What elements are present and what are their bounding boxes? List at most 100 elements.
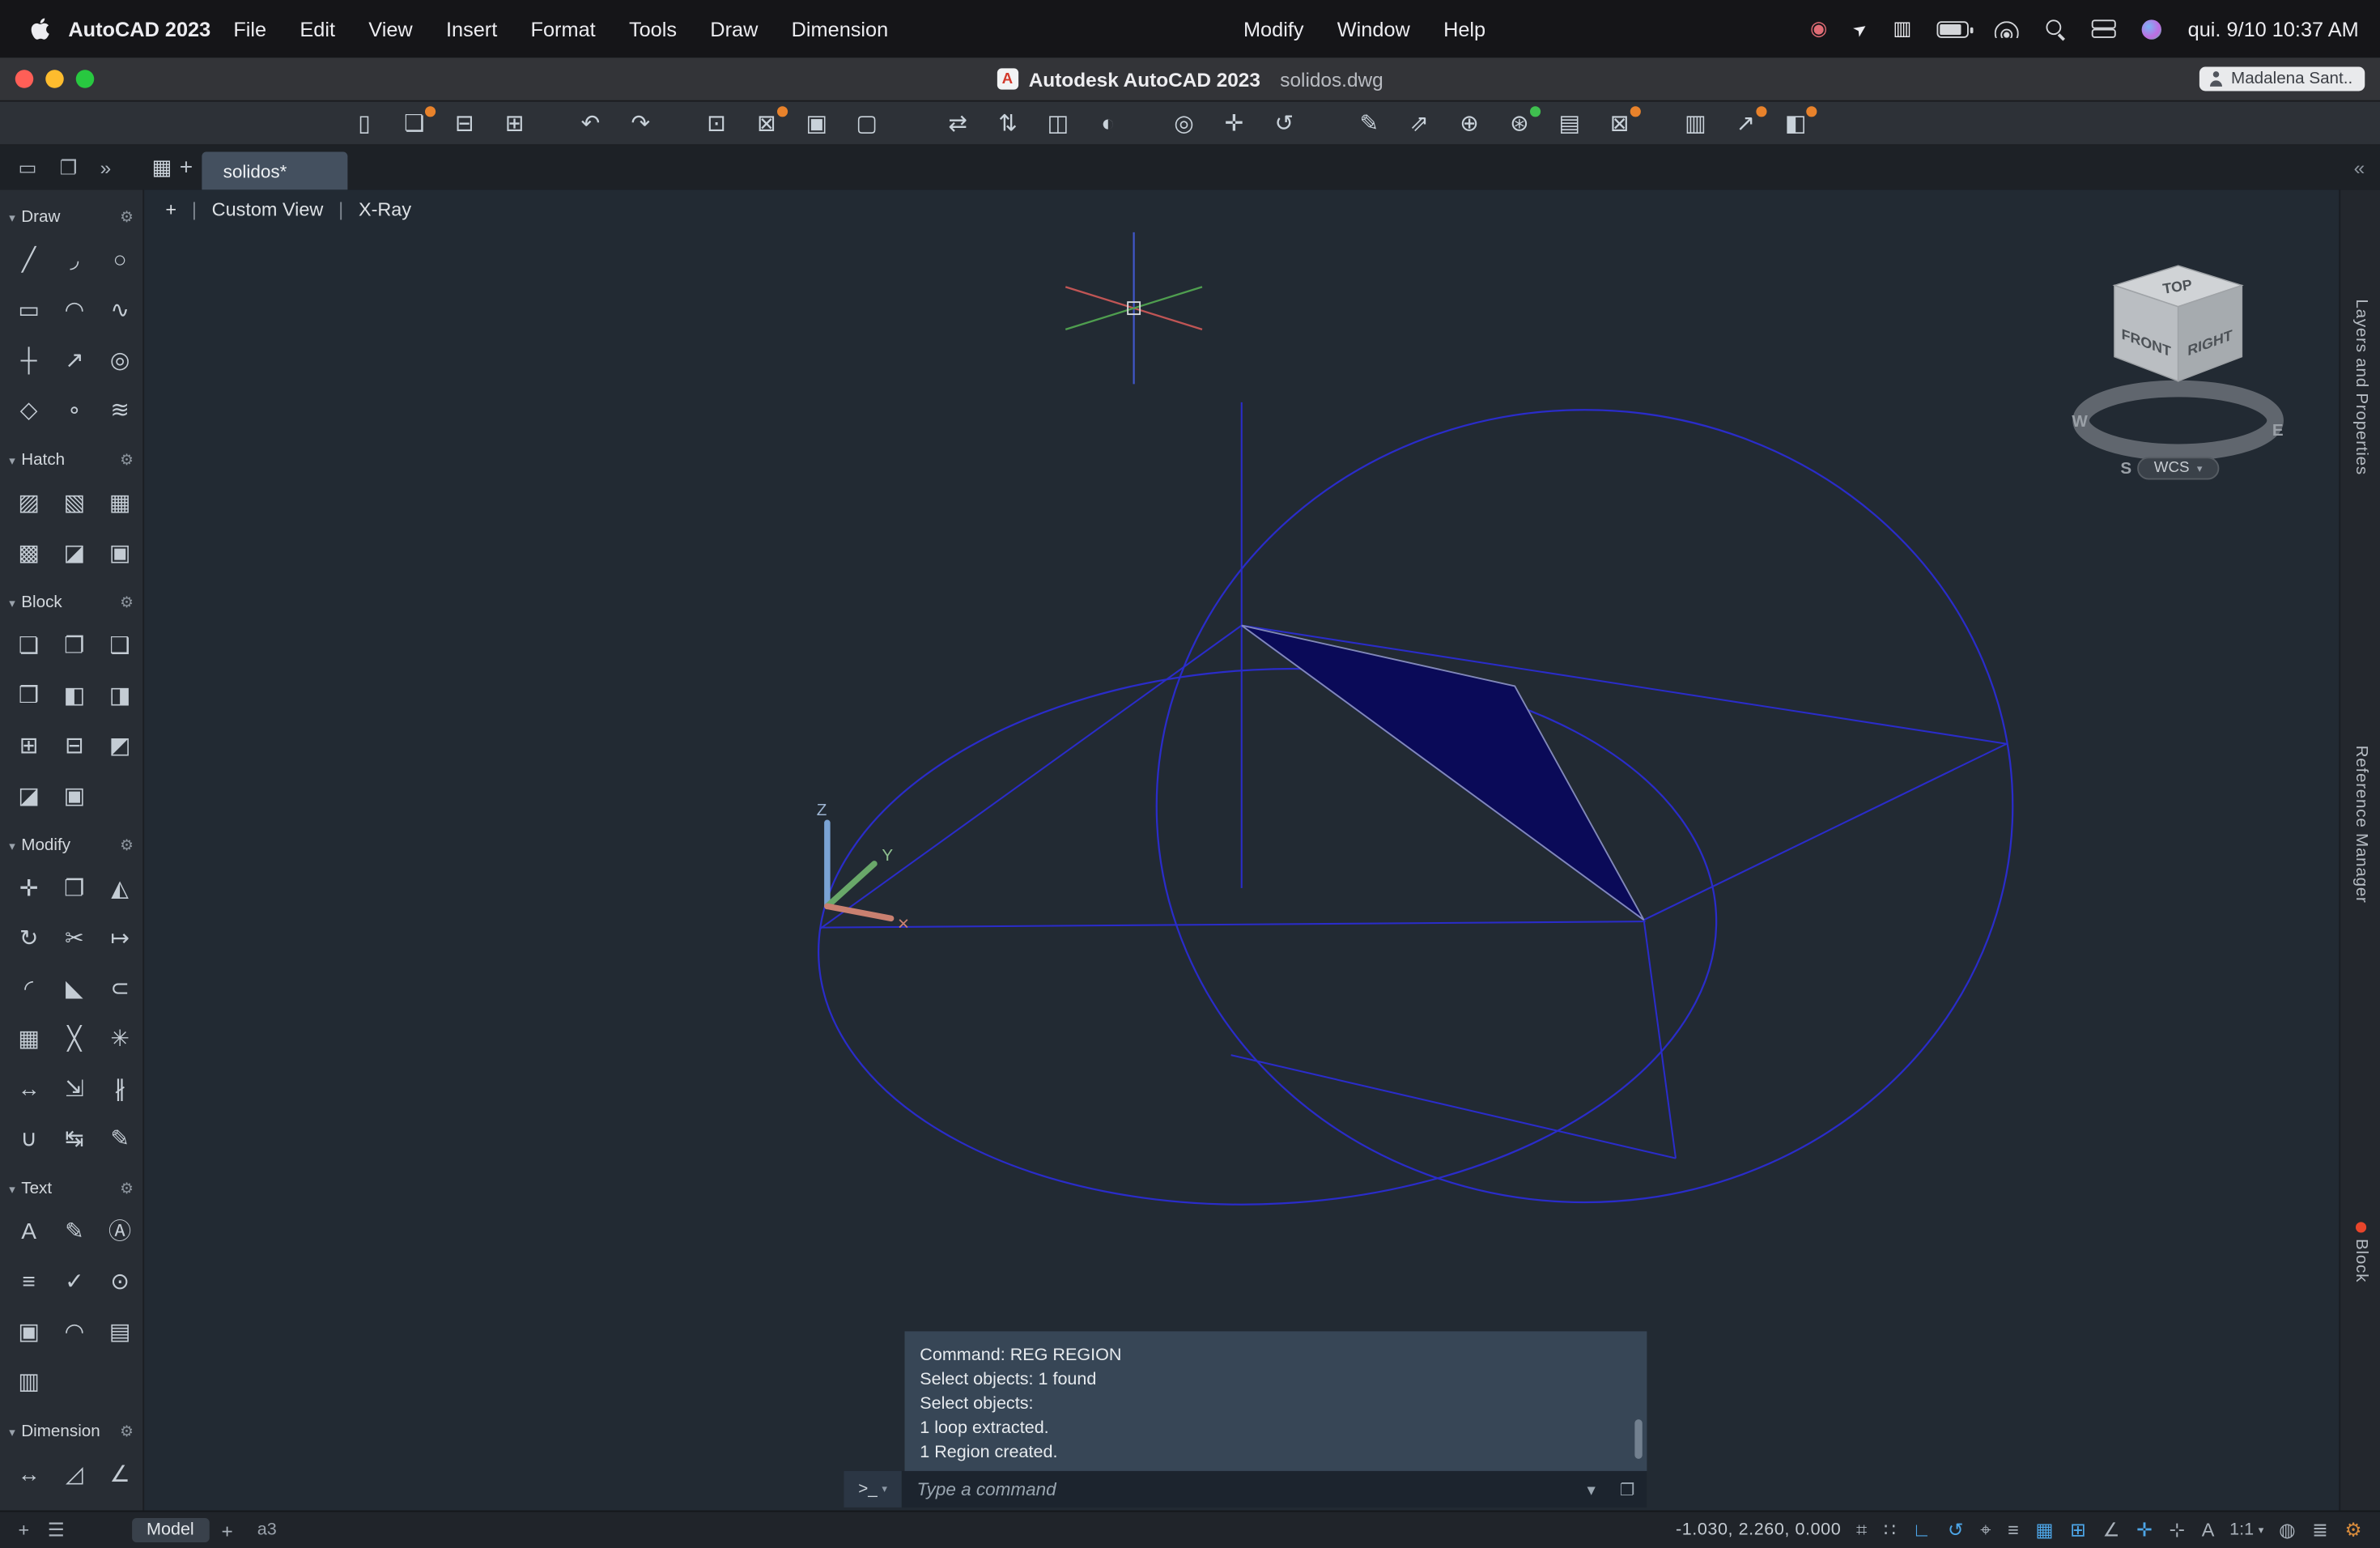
chamfer-icon[interactable]: ◣: [66, 978, 83, 1001]
match-properties-icon[interactable]: ✎: [110, 1128, 130, 1150]
mtext-icon[interactable]: A: [21, 1221, 36, 1244]
section-settings-gear-icon[interactable]: ⚙: [120, 209, 134, 226]
isolate-objects-icon[interactable]: ◍: [2276, 1520, 2298, 1539]
object-snap-icon[interactable]: ⌖: [1978, 1520, 1995, 1539]
save-as-icon[interactable]: ⊞: [499, 112, 530, 134]
pointer-icon[interactable]: ➤: [1849, 17, 1872, 40]
menu-window[interactable]: Window: [1320, 18, 1426, 40]
viewport-view-button[interactable]: Custom View: [212, 199, 324, 220]
new-file-icon[interactable]: ▯: [349, 112, 380, 134]
fillet-icon[interactable]: ◜: [24, 978, 33, 1001]
layout-switch-icon[interactable]: ❐: [60, 155, 78, 180]
explode-icon[interactable]: ✳: [110, 1027, 130, 1050]
polar-tracking-icon[interactable]: ↺: [1944, 1520, 1966, 1539]
save-icon[interactable]: ⊟: [449, 112, 480, 134]
find-text-icon[interactable]: ⊙: [110, 1270, 130, 1293]
ucs-z-label[interactable]: Z: [817, 801, 827, 819]
menu-modify[interactable]: Modify: [1226, 18, 1320, 40]
drawing-line-5[interactable]: [819, 921, 1646, 929]
array-icon[interactable]: ▦: [18, 1027, 40, 1050]
xref-attach-icon[interactable]: ◫: [1043, 112, 1073, 134]
sheet-set-icon[interactable]: ▤: [1554, 112, 1585, 134]
markup-assist-icon[interactable]: ◧: [1780, 105, 1817, 134]
palette-header-text[interactable]: ▾ Text ⚙: [0, 1173, 142, 1204]
lineweight-icon[interactable]: ≡: [2004, 1520, 2021, 1539]
count-icon[interactable]: ▥: [1681, 112, 1711, 134]
point-icon[interactable]: ∘: [67, 399, 82, 422]
search-icon[interactable]: [2045, 19, 2066, 40]
scale-icon[interactable]: ⇲: [65, 1078, 84, 1100]
text-style-icon[interactable]: Ⓐ: [108, 1221, 131, 1244]
arc-text-icon[interactable]: ◠: [65, 1320, 85, 1343]
viewcube-compass-ring[interactable]: [2072, 380, 2284, 461]
gradient-fill-icon[interactable]: ◪: [64, 542, 86, 564]
section-settings-gear-icon[interactable]: ⚙: [120, 594, 134, 611]
create-block-icon[interactable]: ❐: [64, 635, 84, 657]
dock-tab-block[interactable]: Block: [2340, 1222, 2380, 1282]
dock-tab-layers-and-properties[interactable]: Layers and Properties: [2340, 299, 2380, 475]
plot-icon[interactable]: ⊡: [701, 112, 732, 134]
lengthen-icon[interactable]: ↹: [65, 1128, 84, 1150]
palette-menu-icon[interactable]: ☰: [45, 1520, 68, 1539]
send-feedback-icon[interactable]: ↗: [1731, 105, 1767, 134]
control-center-icon[interactable]: [2092, 19, 2117, 38]
polygon-icon[interactable]: ◇: [20, 399, 38, 422]
break-icon[interactable]: ∦: [114, 1078, 125, 1100]
transparency-icon[interactable]: ▦: [2033, 1520, 2057, 1539]
block-editor-icon[interactable]: ⊞: [19, 735, 39, 758]
add-palette-icon[interactable]: +: [15, 1520, 32, 1539]
move-icon[interactable]: ✛: [19, 878, 39, 900]
menu-file[interactable]: File: [217, 18, 283, 40]
open-folder-icon[interactable]: ❏: [399, 105, 436, 134]
tab-solidos[interactable]: solidos*: [202, 151, 348, 190]
model-tab[interactable]: Model: [131, 1518, 210, 1542]
edit-block-icon[interactable]: ❑: [109, 635, 130, 657]
minimize-window-button[interactable]: [45, 70, 64, 88]
section-settings-gear-icon[interactable]: ⚙: [120, 1423, 134, 1440]
viewport-menu-button[interactable]: +: [165, 199, 176, 220]
palette-header-draw[interactable]: ▾ Draw ⚙: [0, 202, 142, 232]
align-text-icon[interactable]: ≡: [22, 1270, 35, 1293]
export-icon[interactable]: ⇅: [992, 112, 1023, 134]
display-stats-icon[interactable]: ▥: [1893, 17, 1911, 41]
redo-icon[interactable]: ↷: [626, 112, 657, 134]
menu-tools[interactable]: Tools: [612, 18, 693, 40]
cone-base-ellipse-0[interactable]: [1155, 409, 2014, 1204]
menubar-clock[interactable]: qui. 9/10 10:37 AM: [2188, 18, 2359, 40]
attach-xref-icon[interactable]: ◩: [109, 735, 131, 758]
linear-dimension-icon[interactable]: ↔: [18, 1464, 40, 1486]
new-layout-button[interactable]: +: [221, 1519, 232, 1542]
menu-dimension[interactable]: Dimension: [775, 18, 905, 40]
edit-attribute-icon[interactable]: ◨: [109, 685, 131, 708]
pan-icon[interactable]: ✛: [1219, 112, 1250, 134]
dwg-compare-icon[interactable]: ⊠: [1604, 105, 1641, 134]
zoom-window-icon[interactable]: ◎: [1169, 112, 1200, 134]
dynamic-input-icon[interactable]: ⊹: [2166, 1520, 2188, 1539]
solid-fill-icon[interactable]: ▩: [18, 542, 40, 564]
block-palette-icon[interactable]: ▣: [64, 785, 86, 807]
stretch-icon[interactable]: ↔: [18, 1078, 40, 1100]
menu-view[interactable]: View: [352, 18, 430, 40]
erase-icon[interactable]: ╳: [67, 1027, 81, 1050]
command-prompt[interactable]: >_ ▾: [844, 1470, 902, 1508]
offset-icon[interactable]: ⊂: [110, 978, 130, 1001]
menu-edit[interactable]: Edit: [283, 18, 352, 40]
page-setup-icon[interactable]: ▢: [852, 112, 882, 134]
drawing-line-7[interactable]: [1230, 1054, 1677, 1159]
drawing-svg[interactable]: Z Y ✕: [144, 189, 2339, 1510]
trim-icon[interactable]: ✂: [65, 928, 84, 950]
siri-icon[interactable]: [2142, 19, 2162, 39]
text-frame-icon[interactable]: ▣: [18, 1320, 40, 1343]
spell-check-icon[interactable]: ✓: [65, 1270, 84, 1293]
recent-commands-icon[interactable]: ▾: [1575, 1479, 1607, 1499]
compass-south-label[interactable]: S: [2120, 459, 2131, 478]
hatch-icon[interactable]: ▨: [18, 492, 40, 515]
clip-xref-icon[interactable]: ◪: [18, 785, 40, 807]
section-settings-gear-icon[interactable]: ⚙: [120, 837, 134, 854]
rotate-icon[interactable]: ↻: [19, 928, 39, 950]
spline-icon[interactable]: ∿: [110, 299, 130, 321]
battery-icon[interactable]: [1937, 20, 1974, 37]
share-view-icon[interactable]: ⇗: [1404, 112, 1434, 134]
ellipse-icon[interactable]: ◎: [110, 349, 130, 372]
apple-logo-icon[interactable]: [31, 17, 50, 41]
